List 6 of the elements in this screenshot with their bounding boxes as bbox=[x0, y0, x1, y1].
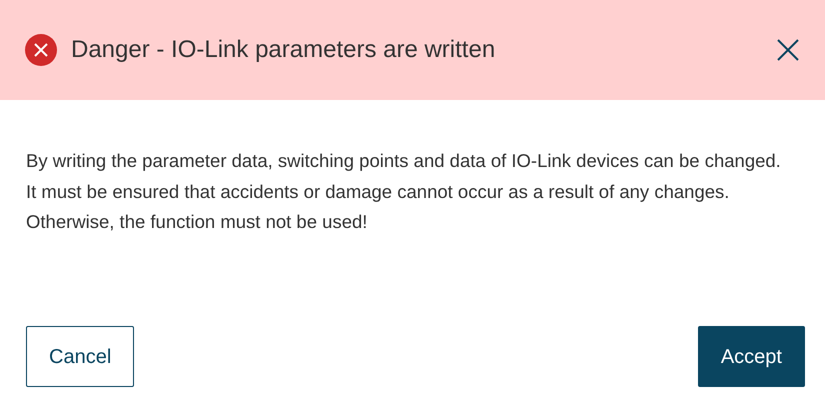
accept-button[interactable]: Accept bbox=[698, 326, 805, 387]
cancel-button[interactable]: Cancel bbox=[26, 326, 134, 387]
warning-message: By writing the parameter data, switching points and data of IO-Link devices can be changed. It must be ensured that accidents or damage cannot occur as a result of any changes. Otherwise, the function must not be used! bbox=[25, 149, 782, 234]
close-button[interactable] bbox=[775, 37, 801, 63]
error-icon bbox=[25, 34, 57, 66]
dialog-title: Danger - IO-Link parameters are written bbox=[71, 35, 496, 65]
